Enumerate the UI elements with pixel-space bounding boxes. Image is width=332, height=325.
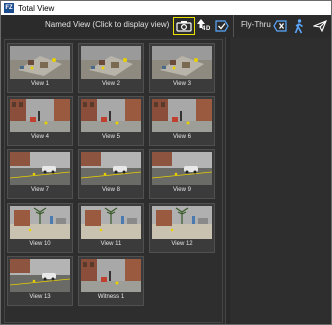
named-view-tile[interactable]: View 3 <box>149 43 215 93</box>
view-label: View 3 <box>173 81 191 87</box>
view-label: View 11 <box>100 241 122 247</box>
view-label: View 5 <box>102 134 120 140</box>
camera-button[interactable] <box>173 17 195 35</box>
view-label: Witness 1 <box>97 294 125 300</box>
named-view-tile[interactable]: View 10 <box>7 203 73 253</box>
view-thumbnail[interactable] <box>10 259 70 292</box>
camera-icon <box>176 21 192 32</box>
view-thumbnail[interactable] <box>81 99 141 132</box>
view-thumbnail[interactable] <box>10 99 70 132</box>
view-label: View 8 <box>102 187 120 193</box>
walking-person-icon <box>294 18 303 33</box>
named-view-tile[interactable]: View 7 <box>7 149 73 199</box>
view-thumbnail[interactable] <box>152 206 212 239</box>
check-view-button[interactable] <box>214 17 230 35</box>
view-thumbnail[interactable] <box>81 46 141 79</box>
named-view-tile[interactable]: View 2 <box>78 43 144 93</box>
view-label: View 2 <box>102 81 120 87</box>
named-view-tile[interactable]: Witness 1 <box>78 256 144 306</box>
view-label: View 12 <box>171 241 193 247</box>
view-thumbnail[interactable] <box>81 152 141 185</box>
view-label: View 7 <box>31 187 49 193</box>
total-view-window: FZ Total View Named View (Click to displ… <box>0 0 332 325</box>
flythru-label: Fly-Thru <box>241 20 271 29</box>
add-view-button[interactable]: 4 D <box>197 17 211 35</box>
view-label: View 1 <box>31 81 49 87</box>
named-view-tile[interactable]: View 9 <box>149 149 215 199</box>
named-view-tile[interactable]: View 6 <box>149 96 215 146</box>
view-label: View 10 <box>29 241 51 247</box>
paper-plane-icon <box>313 20 327 32</box>
clear-x-icon <box>273 20 287 32</box>
title-bar: FZ Total View <box>1 1 331 15</box>
panel-splitter[interactable] <box>225 37 230 324</box>
window-title: Total View <box>18 3 55 13</box>
view-thumbnail[interactable] <box>10 152 70 185</box>
clear-button[interactable] <box>272 17 288 35</box>
view-label: View 9 <box>173 187 191 193</box>
named-view-tile[interactable]: View 12 <box>149 203 215 253</box>
view-label: View 13 <box>29 294 51 300</box>
flythru-panel <box>231 39 328 323</box>
view-thumbnail[interactable] <box>10 46 70 79</box>
views-count-badge: 4 <box>202 26 206 32</box>
view-label: View 6 <box>173 134 191 140</box>
named-view-tile[interactable]: View 4 <box>7 96 73 146</box>
view-thumbnail[interactable] <box>152 99 212 132</box>
views-count-suffix: D <box>206 26 211 32</box>
view-thumbnail[interactable] <box>152 46 212 79</box>
toolbar-divider <box>233 15 234 37</box>
view-thumbnail[interactable] <box>81 259 141 292</box>
content-area: View 1 View 2 View 3 View 4 View 5 View … <box>1 37 331 324</box>
fz-app-icon: FZ <box>4 3 14 13</box>
view-label: View 4 <box>31 134 49 140</box>
walk-button[interactable] <box>293 17 305 35</box>
view-thumbnail[interactable] <box>152 152 212 185</box>
check-tag-icon <box>215 20 229 32</box>
view-thumbnail[interactable] <box>81 206 141 239</box>
named-view-label: Named View (Click to display view) <box>45 20 170 29</box>
named-view-tile[interactable]: View 11 <box>78 203 144 253</box>
named-view-tile[interactable]: View 5 <box>78 96 144 146</box>
named-view-tile[interactable]: View 1 <box>7 43 73 93</box>
toolbar: Named View (Click to display view) 4 D F… <box>1 15 331 37</box>
named-view-tile[interactable]: View 13 <box>7 256 73 306</box>
view-thumbnail[interactable] <box>10 206 70 239</box>
named-view-tile[interactable]: View 8 <box>78 149 144 199</box>
named-view-grid: View 1 View 2 View 3 View 4 View 5 View … <box>4 39 223 323</box>
fly-button[interactable] <box>312 17 328 35</box>
